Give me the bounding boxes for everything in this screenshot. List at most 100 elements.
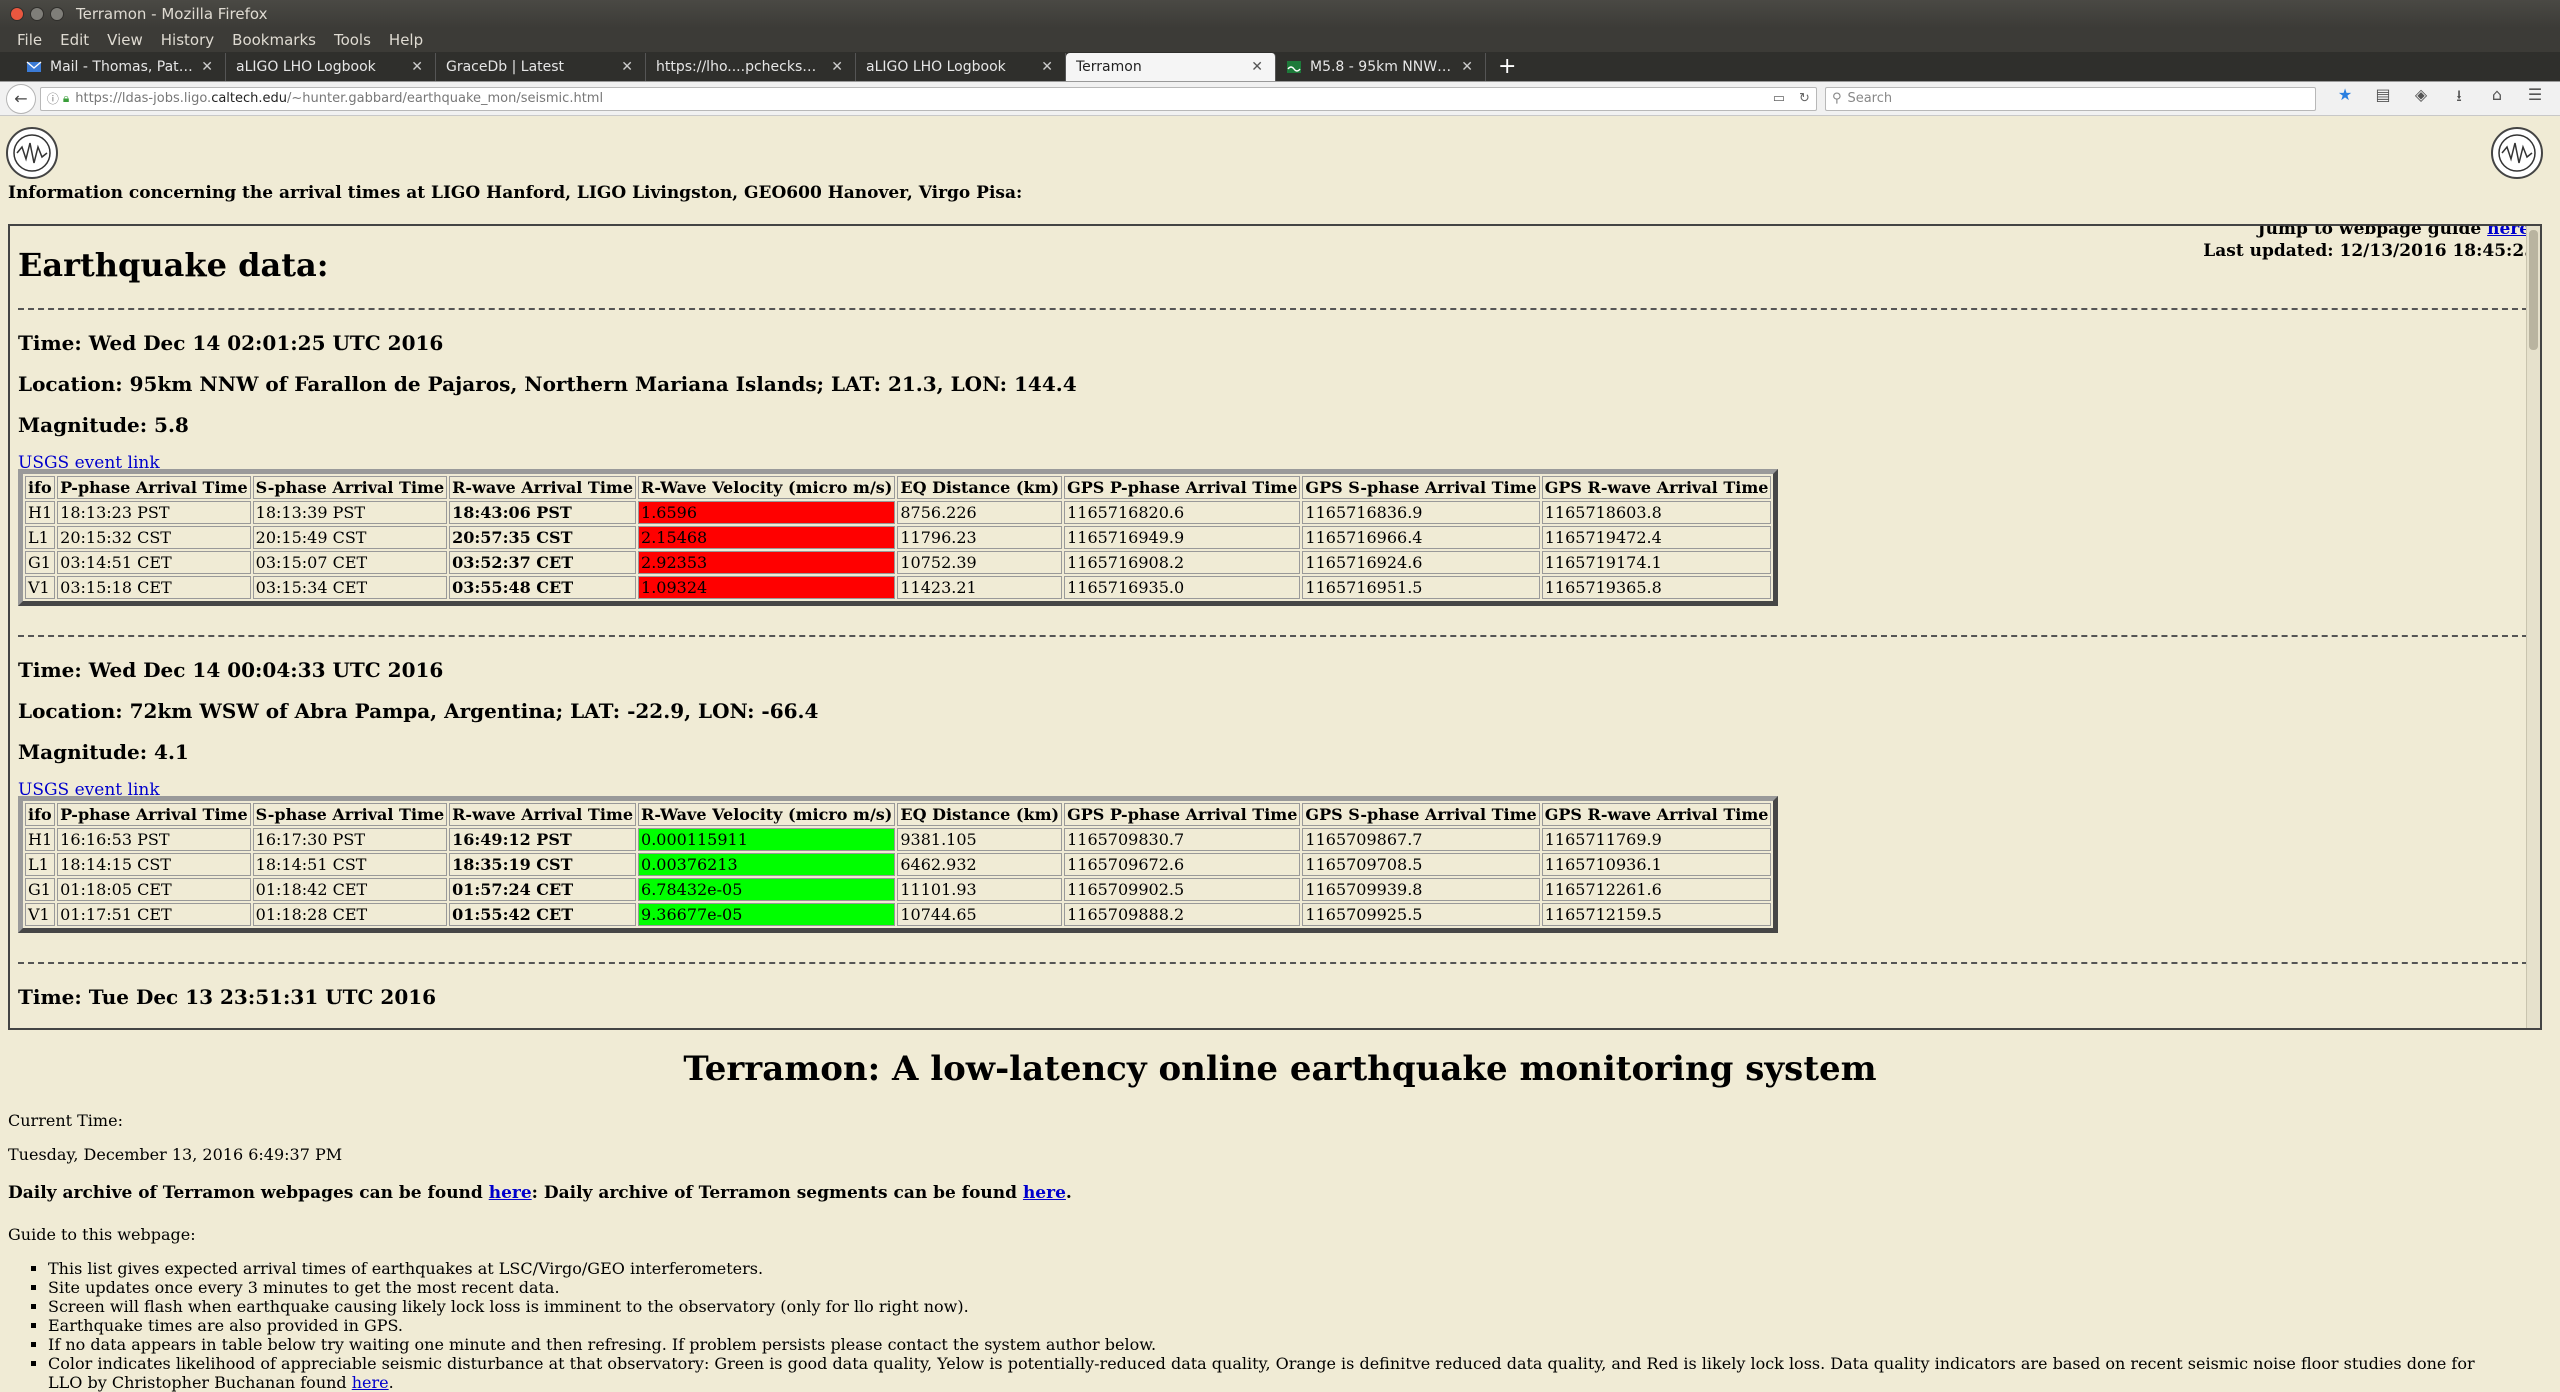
column-header: S-phase Arrival Time [252, 803, 448, 826]
table-row: H1 18:13:23 PST 18:13:39 PST 18:43:06 PST 1.… [25, 501, 1772, 524]
guide-item: Site updates once every 3 minutes to get… [48, 1278, 2508, 1297]
table-cell: 18:13:23 PST [57, 501, 251, 524]
arrival-table: ifo P-phase Arrival Time S-phase Arrival T… [18, 796, 1779, 933]
panel-scrollbar[interactable] [2526, 226, 2540, 1028]
webpage-archive-link[interactable]: here [489, 1183, 532, 1203]
table-cell: 01:17:51 CET [57, 903, 251, 926]
close-tab-icon[interactable]: ✕ [1041, 59, 1053, 75]
column-header: GPS P-phase Arrival Time [1064, 476, 1301, 499]
menu-edit[interactable]: Edit [51, 31, 98, 49]
divider [18, 635, 2528, 637]
menu-view[interactable]: View [98, 31, 152, 49]
column-header: GPS S-phase Arrival Time [1302, 476, 1540, 499]
tab-mail[interactable]: Mail - Thomas, Patri... ✕ [16, 53, 226, 81]
tab-usgs[interactable]: M5.8 - 95km NNW o... ✕ [1276, 53, 1486, 81]
url-text[interactable]: https://ldas-jobs.ligo.caltech.edu/~hunt… [75, 91, 1773, 106]
close-tab-icon[interactable]: ✕ [201, 59, 213, 75]
table-cell: 1165710936.1 [1541, 853, 1772, 876]
hamburger-menu-icon[interactable]: ☰ [2516, 85, 2554, 112]
maximize-window-button[interactable] [50, 7, 64, 21]
tab-logbook-2[interactable]: aLIGO LHO Logbook ✕ [856, 53, 1066, 81]
table-cell: 1165718603.8 [1541, 501, 1772, 524]
back-button[interactable]: ← [6, 83, 36, 114]
table-cell: 01:18:42 CET [252, 878, 448, 901]
event-location: Location: 72km WSW of Abra Pampa, Argent… [18, 699, 819, 723]
table-cell: 10752.39 [897, 551, 1063, 574]
guide-item: This list gives expected arrival times o… [48, 1259, 2508, 1278]
menu-file[interactable]: File [8, 31, 51, 49]
guide-label: Guide to this webpage: [8, 1225, 196, 1244]
tab-bar: Mail - Thomas, Patri... ✕ aLIGO LHO Logb… [0, 52, 2560, 82]
usgs-icon [1286, 59, 1302, 75]
column-header: ifo [25, 803, 56, 826]
downloads-icon[interactable]: ⭳ [2440, 85, 2478, 112]
tab-checksheet[interactable]: https://lho....pchecksheet ✕ [646, 53, 856, 81]
close-window-button[interactable] [10, 7, 24, 21]
table-cell: 01:18:05 CET [57, 878, 251, 901]
menu-history[interactable]: History [152, 31, 223, 49]
close-tab-icon[interactable]: ✕ [621, 59, 633, 75]
table-cell: H1 [25, 828, 56, 851]
table-row: G1 03:14:51 CET 03:15:07 CET 03:52:37 CET 2.… [25, 551, 1772, 574]
close-tab-icon[interactable]: ✕ [411, 59, 423, 75]
home-icon[interactable]: ⌂ [2478, 85, 2516, 112]
minimize-window-button[interactable] [30, 7, 44, 21]
velocity-cell: 9.36677e-05 [638, 903, 896, 926]
event-magnitude: Magnitude: 5.8 [18, 413, 189, 437]
column-header: R-Wave Velocity (micro m/s) [638, 476, 896, 499]
bookmark-star-icon[interactable]: ★ [2326, 85, 2364, 112]
column-header: GPS P-phase Arrival Time [1064, 803, 1301, 826]
segment-archive-link[interactable]: here [1023, 1183, 1066, 1203]
tab-logbook[interactable]: aLIGO LHO Logbook ✕ [226, 53, 436, 81]
reload-icon[interactable]: ↻ [1799, 91, 1810, 106]
guide-link[interactable]: here [2487, 226, 2530, 239]
column-header: GPS R-wave Arrival Time [1541, 476, 1772, 499]
pocket-icon[interactable]: ◈ [2402, 85, 2440, 112]
url-bar[interactable]: ⓘ 🔒︎ https://ldas-jobs.ligo.caltech.edu/… [39, 86, 1817, 111]
table-cell: 1165709902.5 [1064, 878, 1301, 901]
table-cell: 11423.21 [897, 576, 1063, 599]
column-header: EQ Distance (km) [897, 476, 1063, 499]
tab-label: aLIGO LHO Logbook [236, 59, 376, 75]
table-cell: 1165716966.4 [1302, 526, 1540, 549]
table-cell: L1 [25, 853, 56, 876]
table-cell: 1165719174.1 [1541, 551, 1772, 574]
tab-terramon[interactable]: Terramon ✕ [1066, 53, 1276, 81]
table-cell: H1 [25, 501, 56, 524]
scrollbar-thumb[interactable] [2529, 230, 2538, 350]
reader-view-icon[interactable]: ▭ [1773, 91, 1785, 106]
new-tab-button[interactable]: + [1486, 54, 1528, 81]
tab-gracedb[interactable]: GraceDb | Latest ✕ [436, 53, 646, 81]
noise-study-link[interactable]: here [352, 1373, 389, 1392]
info-icon[interactable]: ⓘ [47, 90, 59, 107]
table-cell: 03:15:34 CET [252, 576, 448, 599]
main-title: Terramon: A low-latency online earthquak… [683, 1049, 1877, 1089]
mail-icon [26, 59, 42, 75]
column-header: EQ Distance (km) [897, 803, 1063, 826]
bookmarks-menu-icon[interactable]: ▤ [2364, 85, 2402, 112]
close-tab-icon[interactable]: ✕ [1461, 59, 1473, 75]
table-cell: 1165709830.7 [1064, 828, 1301, 851]
table-cell: 03:15:07 CET [252, 551, 448, 574]
menu-help[interactable]: Help [380, 31, 432, 49]
table-cell: 1165712261.6 [1541, 878, 1772, 901]
table-cell: 1165709888.2 [1064, 903, 1301, 926]
tab-label: GraceDb | Latest [446, 59, 565, 75]
menu-bookmarks[interactable]: Bookmarks [223, 31, 325, 49]
guide-list: This list gives expected arrival times o… [8, 1259, 2508, 1392]
close-tab-icon[interactable]: ✕ [1251, 59, 1263, 75]
window-titlebar: Terramon - Mozilla Firefox [0, 0, 2560, 28]
velocity-cell: 2.92353 [638, 551, 896, 574]
table-cell: 03:15:18 CET [57, 576, 251, 599]
jump-to-guide: Jump to webpage guide here. Last updated… [2203, 226, 2536, 262]
lock-icon: 🔒︎ [62, 91, 70, 105]
table-cell: V1 [25, 903, 56, 926]
close-tab-icon[interactable]: ✕ [831, 59, 843, 75]
table-cell: 1165716836.9 [1302, 501, 1540, 524]
guide-item: Earthquake times are also provided in GP… [48, 1316, 2508, 1335]
table-cell: 1165709925.5 [1302, 903, 1540, 926]
table-cell: G1 [25, 878, 56, 901]
search-bar[interactable]: ⚲ Search [1824, 86, 2316, 111]
table-cell: 1165712159.5 [1541, 903, 1772, 926]
menu-tools[interactable]: Tools [325, 31, 380, 49]
